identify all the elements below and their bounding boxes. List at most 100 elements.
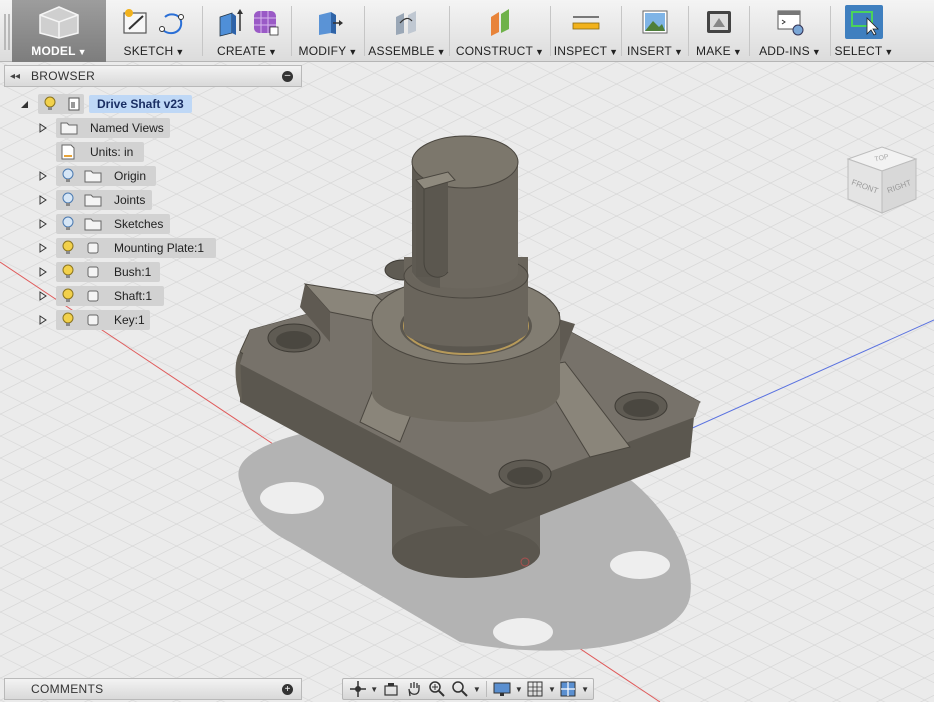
root-component-label[interactable]: Drive Shaft v23 bbox=[89, 95, 192, 113]
modify-menu[interactable]: MODIFY ▼ bbox=[292, 0, 364, 62]
tree-item-label[interactable]: Joints bbox=[114, 193, 145, 207]
folder-icon bbox=[84, 194, 102, 207]
tree-item-bush[interactable] bbox=[38, 262, 48, 282]
toolbar-grip[interactable] bbox=[4, 14, 10, 50]
folder-icon bbox=[84, 170, 102, 183]
orbit-button[interactable] bbox=[347, 680, 368, 698]
comments-panel[interactable]: COMMENTS + bbox=[4, 678, 302, 700]
look-at-button[interactable] bbox=[380, 680, 401, 698]
model-workspace-button[interactable]: MODEL ▼ bbox=[12, 0, 106, 62]
pan-hand-icon bbox=[408, 682, 420, 697]
scripts-addins-icon bbox=[777, 10, 804, 36]
add-ins-menu[interactable]: ADD-INS ▼ bbox=[750, 0, 830, 62]
extrude-icon bbox=[219, 9, 243, 37]
comments-title: COMMENTS bbox=[31, 682, 104, 696]
sketch-menu[interactable]: SKETCH ▼ bbox=[106, 0, 202, 62]
measure-icon bbox=[572, 16, 600, 30]
assemble-menu[interactable]: ASSEMBLE ▼ bbox=[365, 0, 449, 62]
add-ins-label: ADD-INS bbox=[759, 44, 810, 58]
visibility-lightbulb-icon[interactable] bbox=[61, 240, 75, 256]
tree-item-shaft[interactable] bbox=[38, 286, 48, 306]
construct-menu[interactable]: CONSTRUCT ▼ bbox=[450, 0, 550, 62]
create-sketch-icon bbox=[123, 9, 147, 34]
zoom-dropdown[interactable]: ▼ bbox=[473, 685, 481, 694]
add-comment-button[interactable]: + bbox=[282, 683, 293, 695]
sketch-label: SKETCH bbox=[123, 44, 174, 58]
shaft bbox=[403, 135, 529, 347]
component-icon bbox=[87, 290, 99, 302]
modify-label: MODIFY bbox=[298, 44, 347, 58]
visibility-lightbulb-icon[interactable] bbox=[61, 288, 75, 304]
visibility-lightbulb-off-icon[interactable] bbox=[61, 216, 75, 232]
visibility-lightbulb-off-icon[interactable] bbox=[61, 168, 75, 184]
view-cube[interactable]: TOP FRONT RIGHT bbox=[840, 137, 924, 221]
visibility-lightbulb-icon[interactable] bbox=[61, 312, 75, 328]
create-label: CREATE bbox=[216, 44, 266, 58]
tree-item-label[interactable]: Origin bbox=[114, 169, 146, 183]
folder-icon bbox=[84, 218, 102, 231]
grid-settings-button[interactable] bbox=[525, 680, 546, 698]
tree-item-sketches[interactable] bbox=[38, 214, 48, 234]
tree-root-row[interactable] bbox=[20, 94, 30, 114]
visibility-lightbulb-off-icon[interactable] bbox=[61, 192, 75, 208]
insert-menu[interactable]: INSERT ▼ bbox=[622, 0, 688, 62]
tree-item-joints[interactable] bbox=[38, 190, 48, 210]
inspect-label: INSPECT bbox=[553, 44, 608, 58]
folder-icon bbox=[60, 122, 78, 135]
tree-item-label[interactable]: Shaft:1 bbox=[114, 289, 152, 303]
zoom-icon bbox=[429, 681, 445, 697]
visibility-lightbulb-icon[interactable] bbox=[43, 96, 57, 112]
collapse-browser-icon[interactable]: ◂◂ bbox=[5, 71, 25, 82]
grid-settings-dropdown[interactable]: ▼ bbox=[548, 685, 556, 694]
tree-item-label[interactable]: Key:1 bbox=[114, 313, 145, 327]
sketch-line-icon bbox=[159, 13, 184, 35]
viewports-button[interactable] bbox=[558, 680, 579, 698]
tree-item-label[interactable]: Sketches bbox=[114, 217, 163, 231]
browser-title: BROWSER bbox=[31, 69, 96, 83]
orbit-dropdown[interactable]: ▼ bbox=[370, 685, 378, 694]
zoom-button[interactable] bbox=[426, 680, 447, 698]
component-icon bbox=[87, 266, 99, 278]
tree-item-named-views[interactable] bbox=[38, 118, 48, 138]
tree-item-origin[interactable] bbox=[38, 166, 48, 186]
collapsed-triangle-icon[interactable] bbox=[38, 291, 48, 301]
collapsed-triangle-icon[interactable] bbox=[38, 195, 48, 205]
collapsed-triangle-icon[interactable] bbox=[38, 219, 48, 229]
collapsed-triangle-icon[interactable] bbox=[38, 171, 48, 181]
display-settings-button[interactable] bbox=[492, 680, 513, 698]
collapsed-triangle-icon[interactable] bbox=[38, 267, 48, 277]
inspect-menu[interactable]: INSPECT ▼ bbox=[551, 0, 621, 62]
press-pull-icon bbox=[319, 12, 343, 35]
component-icon bbox=[87, 314, 99, 326]
fit-button[interactable] bbox=[450, 680, 471, 698]
create-menu[interactable]: CREATE ▼ bbox=[203, 0, 291, 62]
assembly-document-icon bbox=[68, 97, 80, 111]
browser-header: ◂◂ BROWSER – bbox=[4, 65, 302, 87]
insert-image-icon bbox=[642, 10, 668, 34]
collapsed-triangle-icon[interactable] bbox=[38, 123, 48, 133]
insert-label: INSERT bbox=[626, 44, 672, 58]
viewports-dropdown[interactable]: ▼ bbox=[581, 685, 589, 694]
pan-button[interactable] bbox=[403, 680, 424, 698]
main-toolbar: MODEL ▼ SKETCH ▼ CREATE ▼ MODIFY ▼ ASSEM… bbox=[0, 0, 934, 62]
select-label: SELECT bbox=[834, 44, 883, 58]
make-menu[interactable]: MAKE ▼ bbox=[689, 0, 749, 62]
tree-item-label[interactable]: Mounting Plate:1 bbox=[114, 241, 204, 255]
display-settings-icon bbox=[493, 682, 511, 696]
assemble-label: ASSEMBLE bbox=[368, 44, 435, 58]
component-icon bbox=[87, 242, 99, 254]
tree-item-key[interactable] bbox=[38, 310, 48, 330]
visibility-lightbulb-icon[interactable] bbox=[61, 264, 75, 280]
collapsed-triangle-icon[interactable] bbox=[38, 243, 48, 253]
display-settings-dropdown[interactable]: ▼ bbox=[515, 685, 523, 694]
tree-item-label[interactable]: Bush:1 bbox=[114, 265, 151, 279]
select-menu[interactable]: SELECT ▼ bbox=[831, 0, 897, 62]
collapsed-triangle-icon[interactable] bbox=[38, 315, 48, 325]
form-icon bbox=[254, 11, 279, 36]
tree-item-label[interactable]: Units: in bbox=[90, 145, 133, 159]
browser-minimize-button[interactable]: – bbox=[282, 70, 293, 82]
tree-item-mounting-plate[interactable] bbox=[38, 238, 48, 258]
zoom-window-icon bbox=[452, 681, 468, 697]
expanded-triangle-icon[interactable] bbox=[20, 99, 30, 109]
tree-item-label[interactable]: Named Views bbox=[90, 121, 164, 135]
